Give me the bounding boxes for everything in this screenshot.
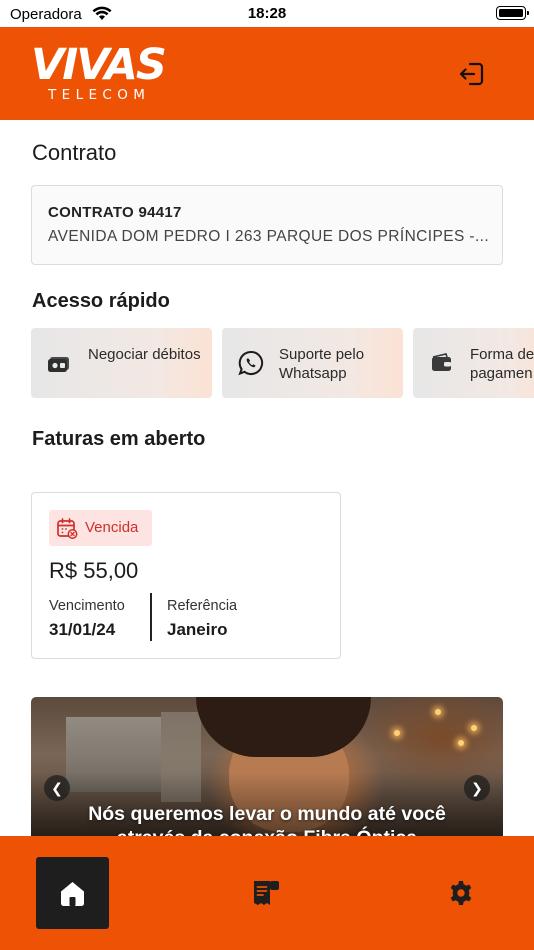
quick-item-label: Negociar débitos <box>88 346 201 363</box>
nav-home-button[interactable] <box>36 857 109 929</box>
settings-icon[interactable] <box>448 880 474 906</box>
quick-item-negotiate-debts[interactable]: Negociar débitos <box>31 328 212 398</box>
quick-item-payment-method[interactable]: Forma de pagamen <box>413 328 534 398</box>
banner-caption-line1: Nós queremos levar o mundo até você <box>88 803 446 825</box>
app-header: VIVAS TELECOM <box>0 27 534 120</box>
status-badge: Vencida <box>49 510 152 546</box>
due-date-label: Vencimento <box>49 598 125 614</box>
invoice-icon[interactable] <box>252 879 281 907</box>
reference-label: Referência <box>167 598 238 614</box>
status-bar: Operadora 18:28 <box>0 0 534 27</box>
money-icon <box>48 357 69 372</box>
banner-lamp <box>394 730 400 736</box>
wallet-icon <box>432 353 451 371</box>
quick-item-label: Suporte pelo Whatsapp <box>279 346 365 382</box>
logout-icon[interactable] <box>456 58 488 90</box>
promo-banner[interactable]: ❮ ❯ Nós queremos levar o mundo até você … <box>31 697 503 842</box>
quick-access-title: Acesso rápido <box>32 290 170 312</box>
banner-lamp <box>471 725 477 731</box>
carousel-next-button[interactable]: ❯ <box>464 775 490 801</box>
bottom-navigation <box>0 836 534 950</box>
contract-section-title: Contrato <box>32 140 117 165</box>
quick-item-label: Forma de pagamen <box>470 346 534 382</box>
banner-lamp <box>458 740 464 746</box>
logo-wordmark: VIVAS <box>31 40 167 90</box>
invoice-divider <box>150 593 152 641</box>
reference-value: Janeiro <box>167 620 228 639</box>
invoice-card[interactable]: Vencida R$ 55,00 Vencimento 31/01/24 Ref… <box>31 492 341 659</box>
contract-address: AVENIDA DOM PEDRO I 263 PARQUE DOS PRÍNC… <box>48 228 490 245</box>
banner-lamp <box>435 709 441 715</box>
vivas-telecom-logo: VIVAS TELECOM <box>31 44 171 104</box>
quick-item-whatsapp-support[interactable]: Suporte pelo Whatsapp <box>222 328 403 398</box>
whatsapp-icon <box>238 350 264 376</box>
contract-card[interactable]: CONTRATO 94417 AVENIDA DOM PEDRO I 263 P… <box>31 185 503 265</box>
status-badge-label: Vencida <box>85 519 139 536</box>
calendar-overdue-icon <box>57 518 78 539</box>
contract-number: CONTRATO 94417 <box>48 204 182 221</box>
invoice-amount: R$ 55,00 <box>49 558 139 583</box>
due-date-value: 31/01/24 <box>49 620 116 639</box>
clock: 18:28 <box>247 5 287 22</box>
battery-icon <box>496 6 529 20</box>
carousel-prev-button[interactable]: ❮ <box>44 775 70 801</box>
home-icon <box>61 882 84 906</box>
logo-subtitle: TELECOM <box>48 87 151 103</box>
banner-photo-hair <box>196 697 371 757</box>
open-invoices-title: Faturas em aberto <box>32 428 206 450</box>
